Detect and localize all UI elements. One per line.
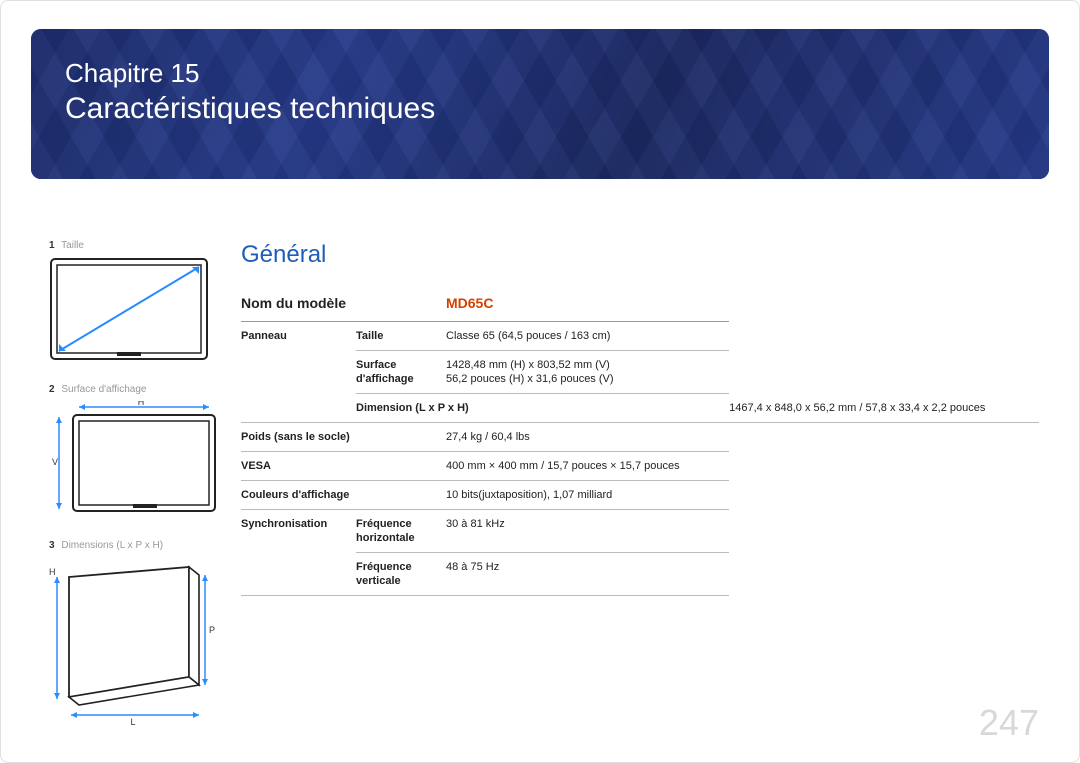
fig2-label: 2 Surface d'affichage	[49, 384, 219, 395]
fig2-H: H	[138, 401, 145, 407]
vfreq-blank	[446, 573, 729, 596]
chapter-title: Caractéristiques techniques	[65, 90, 1015, 128]
colors-value: 10 bits(juxtaposition), 1,07 milliard	[446, 481, 729, 510]
display-value2: 56,2 pouces (H) x 31,6 pouces (V)	[446, 371, 729, 394]
fig1-diagram	[49, 257, 209, 365]
vfreq-value: 48 à 75 Hz	[446, 553, 729, 574]
fig1-text: Taille	[61, 240, 84, 251]
model-row: Nom du modèle MD65C	[241, 287, 1039, 322]
dim-value: 1467,4 x 848,0 x 56,2 mm / 57,8 x 33,4 x…	[729, 394, 1039, 423]
model-value: MD65C	[446, 287, 729, 322]
fig3-P: P	[209, 625, 215, 635]
row-hfreq1: Synchronisation Fréquence 30 à 81 kHz	[241, 510, 1039, 531]
display-label2: d'affichage	[356, 371, 446, 394]
row-size: Panneau Taille Classe 65 (64,5 pouces / …	[241, 322, 1039, 351]
size-value: Classe 65 (64,5 pouces / 163 cm)	[446, 322, 729, 351]
hfreq-value: 30 à 81 kHz	[446, 510, 729, 531]
panel-label: Panneau	[241, 322, 356, 423]
dim-label: Dimension (L x P x H)	[356, 394, 729, 423]
vesa-value: 400 mm × 400 mm / 15,7 pouces × 15,7 pou…	[446, 452, 729, 481]
hfreq-label1: Fréquence	[356, 510, 446, 531]
hfreq-label2: horizontale	[356, 530, 446, 553]
fig1-label: 1 Taille	[49, 240, 219, 251]
vesa-label: VESA	[241, 452, 446, 481]
row-dim: Dimension (L x P x H) 1467,4 x 848,0 x 5…	[241, 394, 1039, 423]
fig3-H: H	[49, 567, 56, 577]
display-label1: Surface	[356, 351, 446, 372]
weight-label: Poids (sans le socle)	[241, 423, 446, 452]
row-display1: Surface 1428,48 mm (H) x 803,52 mm (V)	[241, 351, 1039, 372]
fig3-L: L	[130, 717, 135, 727]
fig3-label: 3 Dimensions (L x P x H)	[49, 540, 219, 551]
row-vesa: VESA 400 mm × 400 mm / 15,7 pouces × 15,…	[241, 452, 1039, 481]
main-content: Général Nom du modèle MD65C Panneau Tail…	[241, 241, 1039, 596]
fig3-diagram: H P L	[49, 557, 219, 727]
chapter-banner: Chapitre 15 Caractéristiques techniques	[31, 29, 1049, 179]
colors-label: Couleurs d'affichage	[241, 481, 446, 510]
row-display2: d'affichage 56,2 pouces (H) x 31,6 pouce…	[241, 371, 1039, 394]
spec-table: Nom du modèle MD65C Panneau Taille Class…	[241, 287, 1039, 596]
sync-label: Synchronisation	[241, 510, 356, 596]
row-vfreq1: Fréquence 48 à 75 Hz	[241, 553, 1039, 574]
size-label: Taille	[356, 322, 446, 351]
chapter-number: Chapitre 15	[65, 57, 1015, 90]
row-colors: Couleurs d'affichage 10 bits(juxtapositi…	[241, 481, 1039, 510]
fig2-diagram: H V	[49, 401, 219, 521]
fig1-num: 1	[49, 240, 55, 251]
page: Chapitre 15 Caractéristiques techniques …	[0, 0, 1080, 763]
fig3-text: Dimensions (L x P x H)	[61, 540, 163, 551]
figure-column: 1 Taille 2 Surface d'affichage H V	[49, 236, 219, 742]
fig2-text: Surface d'affichage	[61, 384, 146, 395]
fig3-num: 3	[49, 540, 55, 551]
fig2-V: V	[52, 457, 58, 467]
page-number: 247	[979, 702, 1039, 744]
section-heading: Général	[241, 241, 1039, 269]
display-value1: 1428,48 mm (H) x 803,52 mm (V)	[446, 351, 729, 372]
row-hfreq2: horizontale	[241, 530, 1039, 553]
row-vfreq2: verticale	[241, 573, 1039, 596]
fig2-num: 2	[49, 384, 55, 395]
row-weight: Poids (sans le socle) 27,4 kg / 60,4 lbs	[241, 423, 1039, 452]
weight-value: 27,4 kg / 60,4 lbs	[446, 423, 729, 452]
vfreq-label2: verticale	[356, 573, 446, 596]
hfreq-blank	[446, 530, 729, 553]
model-label: Nom du modèle	[241, 287, 446, 322]
vfreq-label1: Fréquence	[356, 553, 446, 574]
